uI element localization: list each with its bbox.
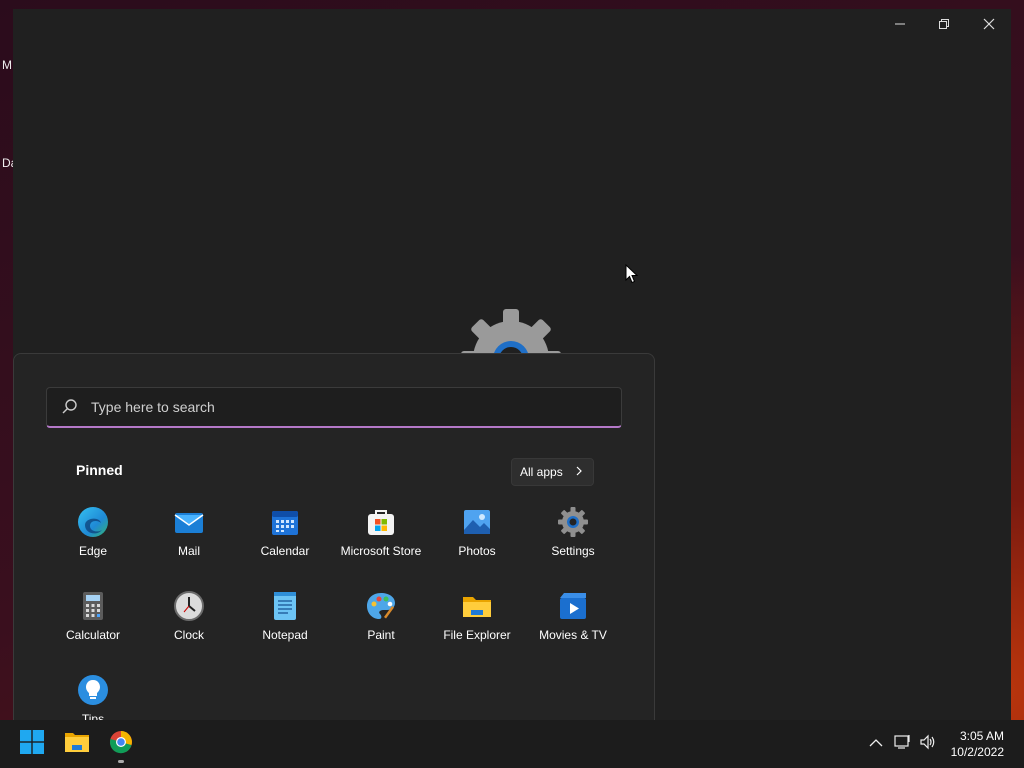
- pinned-app-notepad[interactable]: Notepad: [237, 590, 333, 662]
- network-icon: [894, 734, 912, 755]
- store-icon: [365, 506, 397, 538]
- pinned-app-movies-tv[interactable]: Movies & TV: [525, 590, 621, 662]
- all-apps-label: All apps: [520, 465, 563, 479]
- chevron-right-icon: [575, 466, 583, 479]
- pinned-app-tips[interactable]: Tips: [45, 674, 141, 721]
- all-apps-button[interactable]: All apps: [511, 458, 594, 486]
- desktop-icon-label[interactable]: M: [2, 58, 12, 72]
- search-input[interactable]: [89, 398, 573, 416]
- app-label: Calculator: [65, 628, 121, 642]
- start-button[interactable]: [16, 728, 48, 760]
- taskbar: 3:05 AM 10/2/2022: [0, 720, 1024, 768]
- app-label: Edge: [78, 544, 108, 558]
- pinned-app-settings[interactable]: Settings: [525, 506, 621, 578]
- chrome-taskbar-button[interactable]: [105, 728, 137, 760]
- app-label: Microsoft Store: [340, 544, 422, 558]
- photos-icon: [461, 506, 493, 538]
- pinned-app-mail[interactable]: Mail: [141, 506, 237, 578]
- network-button[interactable]: [893, 734, 913, 754]
- pinned-app-microsoft-store[interactable]: Microsoft Store: [333, 506, 429, 578]
- pinned-heading: Pinned: [76, 462, 123, 478]
- close-icon: [983, 17, 995, 34]
- search-icon: [61, 398, 79, 416]
- windows-logo-icon: [20, 729, 44, 759]
- pinned-app-clock[interactable]: Clock: [141, 590, 237, 662]
- speaker-icon: [919, 734, 937, 755]
- settings-icon: [557, 506, 589, 538]
- chrome-icon: [109, 730, 133, 759]
- folder-icon: [64, 730, 90, 759]
- app-label: Photos: [458, 544, 496, 558]
- edge-icon: [77, 506, 109, 538]
- settings-splash-gear-icon: [461, 309, 561, 359]
- app-label: Mail: [177, 544, 200, 558]
- file-explorer-taskbar-button[interactable]: [61, 728, 93, 760]
- app-label: Settings: [551, 544, 595, 558]
- pinned-app-file-explorer[interactable]: File Explorer: [429, 590, 525, 662]
- start-menu: Pinned All apps Edge Mail: [13, 353, 655, 721]
- tips-icon: [77, 674, 109, 706]
- running-indicator: [118, 760, 124, 763]
- app-label: Paint: [367, 628, 395, 642]
- movies-icon: [557, 590, 589, 622]
- pinned-app-edge[interactable]: Edge: [45, 506, 141, 578]
- restore-button[interactable]: [921, 9, 966, 41]
- mouse-cursor-icon: [625, 263, 639, 284]
- folder-icon: [461, 590, 493, 622]
- taskbar-time[interactable]: 3:05 AM: [960, 729, 1004, 743]
- volume-button[interactable]: [918, 734, 938, 754]
- app-label: Movies & TV: [539, 628, 607, 642]
- restore-icon: [938, 17, 950, 34]
- close-button[interactable]: [966, 9, 1011, 41]
- start-search-box[interactable]: [46, 387, 622, 428]
- show-hidden-icons-button[interactable]: [866, 734, 886, 754]
- app-label: File Explorer: [443, 628, 511, 642]
- notepad-icon: [269, 590, 301, 622]
- paint-icon: [365, 590, 397, 622]
- mail-icon: [173, 506, 205, 538]
- app-label: Calendar: [260, 544, 310, 558]
- calculator-icon: [77, 590, 109, 622]
- minimize-icon: [894, 17, 906, 34]
- pinned-app-calendar[interactable]: Calendar: [237, 506, 333, 578]
- calendar-icon: [269, 506, 301, 538]
- app-label: Clock: [173, 628, 204, 642]
- chevron-up-icon: [869, 735, 883, 753]
- pinned-app-photos[interactable]: Photos: [429, 506, 525, 578]
- taskbar-date[interactable]: 10/2/2022: [951, 745, 1004, 759]
- app-label: Notepad: [262, 628, 308, 642]
- pinned-app-paint[interactable]: Paint: [333, 590, 429, 662]
- minimize-button[interactable]: [877, 9, 922, 41]
- clock-icon: [173, 590, 205, 622]
- pinned-app-calculator[interactable]: Calculator: [45, 590, 141, 662]
